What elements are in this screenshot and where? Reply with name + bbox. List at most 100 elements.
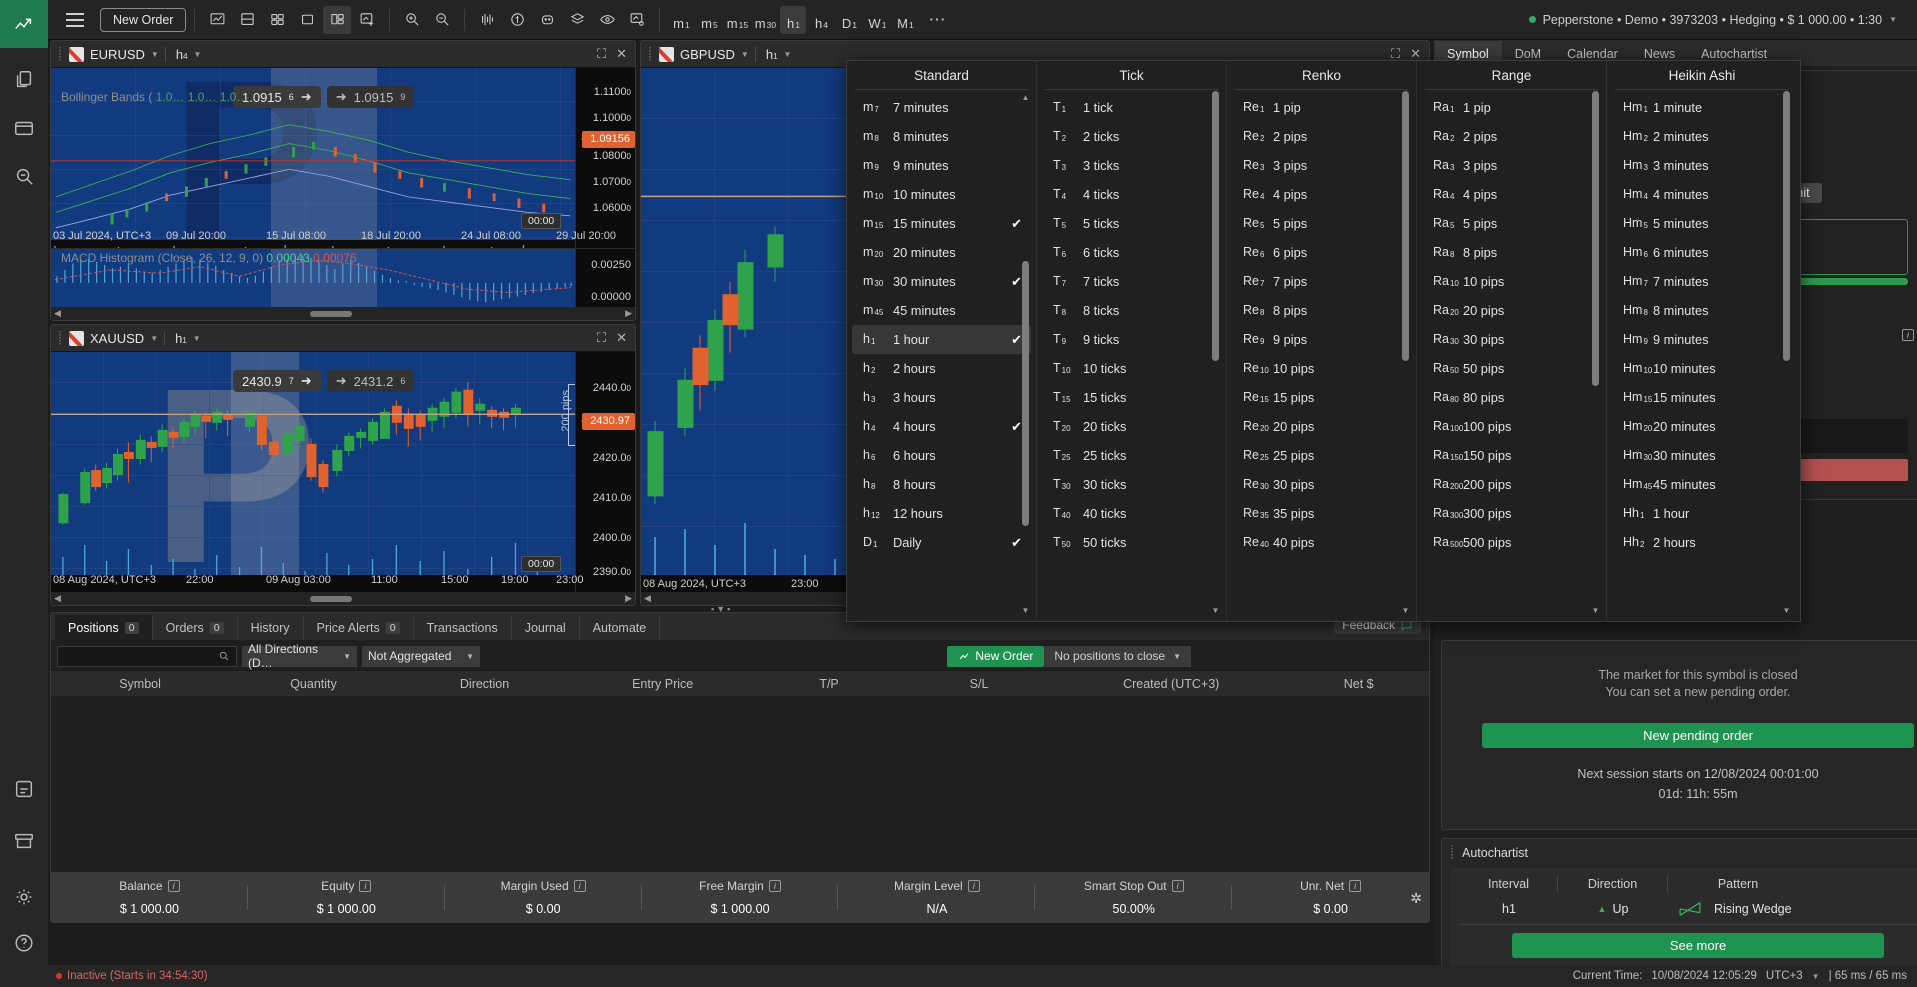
robot-icon[interactable]: [533, 6, 561, 34]
timeframe-option-m15[interactable]: m 15 15 minutes ✔: [852, 209, 1031, 238]
ask-price-eurusd[interactable]: ➜ 1.0915 9: [326, 86, 415, 108]
timeframe-option-Hm15[interactable]: Hm 15 15 minutes: [1612, 383, 1792, 412]
timeframe-option-T30[interactable]: T 30 30 ticks: [1042, 470, 1221, 499]
info-icon[interactable]: i: [768, 879, 781, 892]
timeframe-option-Re35[interactable]: Re 35 35 pips: [1232, 499, 1411, 528]
rail-item-analysis[interactable]: [0, 152, 48, 200]
timeframe-option-Hm5[interactable]: Hm 5 5 minutes: [1612, 209, 1792, 238]
scroll-left-icon[interactable]: ◀: [644, 593, 651, 604]
scroll-right-icon[interactable]: ▶: [625, 593, 632, 604]
indicators-icon[interactable]: [473, 6, 501, 34]
timeframe-option-h4[interactable]: h4 4 hours ✔: [852, 412, 1031, 441]
chart-scrollbar-eurusd[interactable]: ◀ ▶: [51, 307, 635, 320]
new-order-button-bottom[interactable]: New Order: [947, 645, 1045, 667]
chevron-down-icon[interactable]: ▼: [1812, 972, 1820, 981]
split-chart-icon[interactable]: [233, 6, 261, 34]
hamburger-icon[interactable]: [58, 3, 92, 37]
info-icon[interactable]: i: [359, 879, 372, 892]
symbol-name[interactable]: EURUSD: [90, 47, 145, 62]
tab-orders[interactable]: Orders 0: [153, 615, 238, 640]
timeframe-option-Ra1[interactable]: Ra 1 1 pip: [1422, 93, 1601, 122]
timeframe-option-Ra2[interactable]: Ra 2 2 pips: [1422, 122, 1601, 151]
single-pane-icon[interactable]: [293, 6, 321, 34]
timeframe-option-Hh1[interactable]: Hh 1 1 hour: [1612, 499, 1792, 528]
timeframe-option-T3[interactable]: T3 3 ticks: [1042, 151, 1221, 180]
info-icon[interactable]: i: [967, 879, 980, 892]
tab-history[interactable]: History: [238, 615, 304, 640]
timeframe-option-Ra10[interactable]: Ra 10 10 pips: [1422, 267, 1601, 296]
timeframe-option-Re7[interactable]: Re 7 7 pips: [1232, 267, 1411, 296]
grid-2-icon[interactable]: [323, 5, 352, 34]
rail-item-archive[interactable]: [0, 817, 48, 865]
eye-icon[interactable]: [593, 6, 621, 34]
bid-price-xauusd[interactable]: 2430.9 7 ➜: [233, 370, 321, 392]
scroll-down-arrow[interactable]: ▼: [1591, 606, 1600, 615]
timeframe-option-Ra50[interactable]: Ra 50 50 pips: [1422, 354, 1601, 383]
timeframe-option-T40[interactable]: T 40 40 ticks: [1042, 499, 1221, 528]
toolbar-timeframe-W1[interactable]: W1: [864, 6, 890, 34]
timeframe-option-m9[interactable]: m9 9 minutes: [852, 151, 1031, 180]
direction-filter-select[interactable]: All Directions (D… ▼: [242, 642, 357, 670]
price-axis-xauusd[interactable]: 2440.002430.002420.002410.002400.002390.…: [575, 352, 635, 605]
timeframe-option-h3[interactable]: h3 3 hours: [852, 383, 1031, 412]
timeframe-option-h8[interactable]: h8 8 hours: [852, 470, 1031, 499]
rail-item-help[interactable]: [0, 919, 48, 967]
scroll-down-arrow[interactable]: ▼: [1782, 606, 1791, 615]
tab-positions[interactable]: Positions 0: [55, 615, 153, 640]
scroll-right-icon[interactable]: ▶: [625, 308, 632, 319]
timeframe-option-Re8[interactable]: Re 8 8 pips: [1232, 296, 1411, 325]
timeframe-option-Ra500[interactable]: Ra 500 500 pips: [1422, 528, 1601, 556]
column-header-quantity[interactable]: Quantity: [229, 677, 398, 691]
indicator-label-bollinger[interactable]: Bollinger Bands ( 1.0… 1.0… 1.0…: [61, 90, 248, 104]
info-icon[interactable]: i: [573, 879, 586, 892]
column-header-entry-price[interactable]: Entry Price: [571, 677, 754, 691]
see-more-button[interactable]: See more: [1512, 933, 1884, 958]
chevron-down-icon[interactable]: ▼: [194, 50, 202, 59]
timeframe-option-m7[interactable]: m7 7 minutes: [852, 93, 1031, 122]
sentiment-icon[interactable]: [503, 6, 531, 34]
timeframe-option-T2[interactable]: T2 2 ticks: [1042, 122, 1221, 151]
timeframe-option-Hm4[interactable]: Hm 4 4 minutes: [1612, 180, 1792, 209]
info-icon[interactable]: i: [1902, 329, 1914, 341]
chevron-down-icon[interactable]: ▼: [741, 50, 749, 59]
timeframe-option-m8[interactable]: m8 8 minutes: [852, 122, 1031, 151]
timeframe-option-Hm10[interactable]: Hm 10 10 minutes: [1612, 354, 1792, 383]
timeframe-option-m45[interactable]: m 45 45 minutes: [852, 296, 1031, 325]
autochartist-row[interactable]: h1 ▲ Up Rising Wedge: [1460, 896, 1917, 922]
chart-scrollbar-xauusd[interactable]: ◀ ▶: [51, 592, 635, 605]
timeframe-option-Re40[interactable]: Re 40 40 pips: [1232, 528, 1411, 556]
scroll-left-icon[interactable]: ◀: [54, 308, 61, 319]
scrollbar-thumb[interactable]: [1592, 91, 1599, 386]
timeframe-option-Re15[interactable]: Re 15 15 pips: [1232, 383, 1411, 412]
timeframe-option-Hm8[interactable]: Hm 8 8 minutes: [1612, 296, 1792, 325]
timeframe-option-Hm1[interactable]: Hm 1 1 minute: [1612, 93, 1792, 122]
scrollbar-thumb[interactable]: [1212, 91, 1219, 361]
symbol-name[interactable]: XAUUSD: [90, 331, 144, 346]
pane-resize-handle[interactable]: ▪▼▪: [711, 604, 732, 614]
chevron-down-icon[interactable]: ▼: [150, 334, 158, 343]
chart-timeframe-gbpusd[interactable]: h1: [766, 48, 778, 61]
column-header-s-l[interactable]: S/L: [904, 677, 1054, 691]
scrollbar-thumb[interactable]: [1022, 261, 1029, 526]
rail-item-reports[interactable]: [0, 765, 48, 813]
timeframe-option-Re6[interactable]: Re 6 6 pips: [1232, 238, 1411, 267]
timeframe-option-Re1[interactable]: Re 1 1 pip: [1232, 93, 1411, 122]
zoom-in-icon[interactable]: [398, 6, 426, 34]
chart-canvas-eurusd[interactable]: P: [51, 68, 635, 320]
timeframe-option-Hm3[interactable]: Hm 3 3 minutes: [1612, 151, 1792, 180]
drag-handle[interactable]: [59, 330, 63, 346]
timeframe-option-Ra30[interactable]: Ra 30 30 pips: [1422, 325, 1601, 354]
timeframe-option-Ra4[interactable]: Ra 4 4 pips: [1422, 180, 1601, 209]
rail-item-trade[interactable]: [0, 0, 48, 48]
timeframe-option-T5[interactable]: T5 5 ticks: [1042, 209, 1221, 238]
timeframe-option-Re9[interactable]: Re 9 9 pips: [1232, 325, 1411, 354]
timeframe-option-m20[interactable]: m 20 20 minutes: [852, 238, 1031, 267]
chevron-down-icon[interactable]: ▼: [151, 50, 159, 59]
timeframe-option-Hm20[interactable]: Hm 20 20 minutes: [1612, 412, 1792, 441]
tab-journal[interactable]: Journal: [512, 615, 580, 640]
scroll-up-arrow[interactable]: ▲: [1021, 93, 1030, 102]
timeframe-option-Ra150[interactable]: Ra 150 150 pips: [1422, 441, 1601, 470]
drag-handle[interactable]: [1451, 845, 1455, 860]
toolbar-timeframe-m15[interactable]: m 15: [724, 6, 750, 34]
drag-handle[interactable]: [649, 46, 653, 62]
